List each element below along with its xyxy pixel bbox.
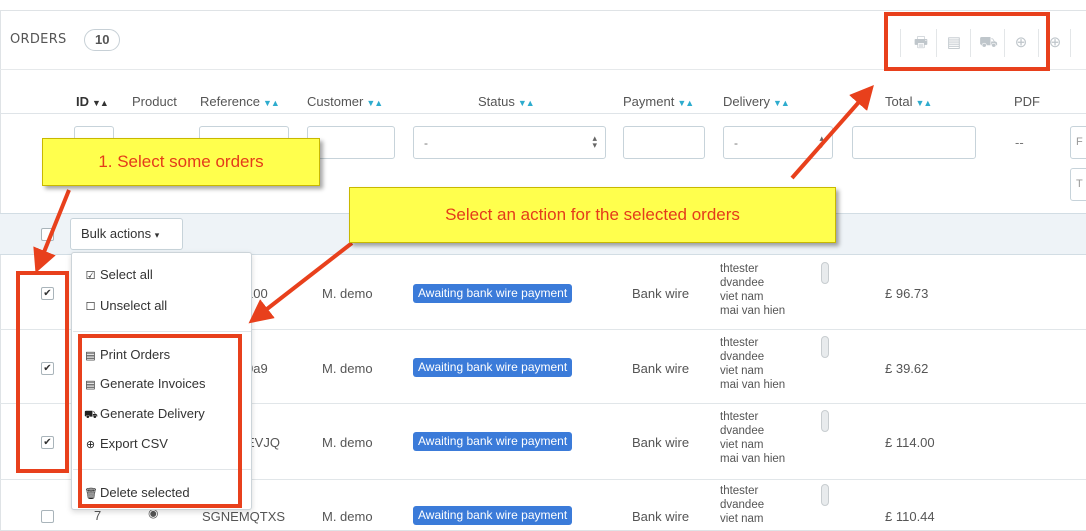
column-header-payment[interactable]: Payment ▼▲: [623, 94, 694, 109]
address-scrollbar[interactable]: [821, 410, 829, 432]
row-checkbox[interactable]: [41, 510, 54, 523]
pdf-filter-placeholder: --: [1015, 135, 1024, 150]
header-divider: [0, 113, 1086, 114]
total-filter-input[interactable]: [852, 126, 976, 159]
column-header-total[interactable]: Total ▼▲: [885, 94, 932, 109]
customer-cell: M. demo: [322, 509, 373, 524]
caret-down-icon: ▾: [154, 230, 160, 240]
column-header-status[interactable]: Status ▼▲: [478, 94, 535, 109]
bulk-actions-button[interactable]: Bulk actions ▾: [70, 218, 183, 250]
callout-select-action: Select an action for the selected orders: [349, 187, 836, 243]
total-cell: £ 96.73: [885, 286, 929, 301]
column-header-customer[interactable]: Customer ▼▲: [307, 94, 383, 109]
reference-cell: SGNEMQTXS: [202, 509, 286, 524]
toolbar-highlight-box: [884, 12, 1050, 71]
empty-box-icon: ☐: [85, 301, 96, 313]
address-scrollbar[interactable]: [821, 484, 829, 506]
address-scrollbar[interactable]: [821, 336, 829, 358]
customer-cell: M. demo: [322, 286, 373, 301]
status-badge: Awaiting bank wire payment: [413, 284, 573, 303]
payment-cell: Bank wire: [632, 361, 690, 376]
customer-cell: M. demo: [322, 361, 373, 376]
checked-box-icon: ☑: [85, 270, 96, 282]
delivery-address: thtester dvandee viet nam: [720, 485, 765, 525]
date-from-input[interactable]: F: [1070, 126, 1086, 159]
callout-select-orders: 1. Select some orders: [42, 138, 320, 186]
toolbar-separator: [1070, 29, 1071, 57]
actions-highlight-box: [78, 334, 242, 508]
orders-count-badge: 10: [84, 29, 121, 51]
menu-item-unselect-all[interactable]: ☐ Unselect all: [84, 298, 168, 313]
payment-cell: Bank wire: [632, 509, 690, 524]
column-header-reference[interactable]: Reference ▼▲: [200, 94, 280, 109]
delivery-address: thtester dvandee viet nam mai van hien: [720, 411, 786, 465]
status-filter-select[interactable]: - ▴ ▾: [413, 126, 606, 159]
select-all-checkbox[interactable]: [41, 228, 54, 241]
customer-filter-input[interactable]: [307, 126, 395, 159]
menu-item-select-all[interactable]: ☑ Select all: [84, 267, 153, 282]
payment-cell: Bank wire: [632, 435, 690, 450]
menu-divider: [73, 331, 251, 332]
column-header-pdf: PDF: [1014, 94, 1040, 109]
total-cell: £ 114.00: [885, 435, 935, 450]
date-to-input[interactable]: T: [1070, 168, 1086, 201]
payment-cell: Bank wire: [632, 286, 690, 301]
panel-title: ORDERS: [10, 32, 67, 47]
delivery-filter-select[interactable]: - ▴ ▾: [723, 126, 833, 159]
payment-filter-input[interactable]: [623, 126, 705, 159]
total-cell: £ 39.62: [885, 361, 929, 376]
delivery-address: thtester dvandee viet nam mai van hien: [720, 337, 786, 391]
checkbox-highlight-box: [16, 271, 69, 473]
address-scrollbar[interactable]: [821, 262, 829, 284]
total-cell: £ 110.44: [885, 509, 935, 524]
column-header-product: Product: [132, 94, 177, 109]
status-badge: Awaiting bank wire payment: [413, 358, 573, 377]
delivery-address: thtester dvandee viet nam mai van hien: [720, 263, 786, 317]
column-header-delivery[interactable]: Delivery ▼▲: [723, 94, 790, 109]
status-badge: Awaiting bank wire payment: [413, 506, 573, 525]
column-header-id[interactable]: ID ▼▲: [76, 94, 109, 109]
customer-cell: M. demo: [322, 435, 373, 450]
id-cell: 7: [94, 508, 102, 523]
status-badge: Awaiting bank wire payment: [413, 432, 573, 451]
